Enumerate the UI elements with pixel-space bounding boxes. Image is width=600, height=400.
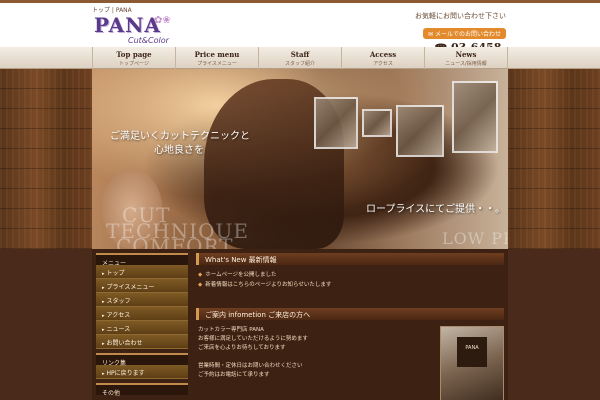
bullet-icon: ▸ bbox=[102, 299, 105, 305]
hero-tagline: ロープライスにてご提供・・。 bbox=[366, 204, 506, 215]
sidebar-other-title: その他 bbox=[96, 383, 188, 397]
hero-photo bbox=[362, 109, 392, 137]
mail-button-label: メールでのお問い合わせ bbox=[434, 31, 501, 38]
nav-label-en: Access bbox=[369, 50, 397, 59]
news-list: ◆ ホームページを公開しました ◆ 新着情報はこちらのページよりお知らせいたします bbox=[196, 265, 504, 292]
news-item[interactable]: ◆ 新着情報はこちらのページよりお知らせいたします bbox=[198, 280, 502, 290]
nav-label-en: Top page bbox=[116, 50, 152, 59]
bullet-icon: ▸ bbox=[102, 313, 105, 319]
hero-watermark: LOW PRICE bbox=[442, 229, 508, 248]
content-container: メニュー ▸ トップ ▸ プライスメニュー ▸ スタッフ ▸ アクセス ▸ ニュース ▸ お… bbox=[92, 249, 508, 400]
sidebar-item-label: HPに戻ります bbox=[106, 370, 145, 377]
bullet-icon: ▸ bbox=[102, 341, 105, 347]
main-column: What's New 最新情報 ◆ ホームページを公開しました ◆ 新着情報はこちら… bbox=[196, 253, 504, 400]
sidebar-item[interactable]: ▸ お問い合わせ bbox=[96, 335, 188, 349]
sidebar-item-label: トップ bbox=[106, 270, 125, 277]
sidebar-link-title: リンク集 bbox=[96, 353, 188, 367]
news-title: What's New 最新情報 bbox=[196, 253, 504, 265]
global-nav: Top page トップページ Price menu プライスメニュー Staf… bbox=[0, 47, 600, 69]
news-item-text: ホームページを公開しました bbox=[205, 272, 277, 278]
header-inner: トップ | PANA PANA ✿❀ Cut&Color お気軽にお問い合わせ下… bbox=[92, 3, 508, 67]
bullet-icon: ▸ bbox=[102, 371, 105, 377]
nav-label-en: Price menu bbox=[194, 50, 240, 59]
nav-item-staff[interactable]: Staff スタッフ紹介 bbox=[259, 47, 342, 69]
sidebar-link-item[interactable]: ▸ HPに戻ります bbox=[96, 365, 188, 379]
diamond-icon: ◆ bbox=[198, 282, 203, 288]
info-title: ご案内 infometion ご来店の方へ bbox=[196, 308, 504, 320]
nav-items: Top page トップページ Price menu プライスメニュー Staf… bbox=[92, 47, 508, 69]
nav-item-news[interactable]: News ニュース/採用情報 bbox=[425, 47, 508, 69]
sidebar-item-label: アクセス bbox=[106, 312, 131, 319]
content-area: メニュー ▸ トップ ▸ プライスメニュー ▸ スタッフ ▸ アクセス ▸ ニュース ▸ お… bbox=[0, 249, 600, 400]
bullet-icon: ▸ bbox=[102, 285, 105, 291]
info-section: ご案内 infometion ご来店の方へ カットカラー専門店 PANA お客様… bbox=[196, 308, 504, 400]
site-header: トップ | PANA PANA ✿❀ Cut&Color お気軽にお問い合わせ下… bbox=[0, 0, 600, 67]
nav-item-access[interactable]: Access アクセス bbox=[342, 47, 425, 69]
contact-area: お気軽にお問い合わせ下さい ✉ メールでのお問い合わせ ☎ 03-6458-84… bbox=[406, 11, 506, 67]
sidebar-item-label: スタッフ bbox=[106, 298, 131, 305]
nav-label-ja: アクセス bbox=[373, 61, 393, 67]
sidebar-item-label: ニュース bbox=[106, 326, 131, 333]
sidebar-item-label: お問い合わせ bbox=[106, 340, 143, 347]
hero-banner: ご満足いくカットテクニックと 心地良さを ロープライスにてご提供・・。 CUT … bbox=[92, 69, 508, 249]
news-item-text: 新着情報はこちらのページよりお知らせいたします bbox=[205, 282, 332, 288]
shop-sign: PANA bbox=[457, 337, 487, 367]
nav-label-ja: ニュース/採用情報 bbox=[445, 61, 487, 67]
mail-contact-button[interactable]: ✉ メールでのお問い合わせ bbox=[423, 28, 506, 39]
bullet-icon: ▸ bbox=[102, 271, 105, 277]
nav-label-ja: スタッフ紹介 bbox=[284, 61, 315, 67]
nav-label-ja: トップページ bbox=[119, 61, 149, 67]
nav-label-en: Staff bbox=[290, 50, 310, 59]
hero-photo bbox=[452, 81, 498, 153]
wood-panel-right bbox=[508, 69, 600, 249]
hero-photo bbox=[314, 97, 358, 149]
wood-panel-left bbox=[0, 69, 92, 249]
sidebar-item[interactable]: ▸ トップ bbox=[96, 265, 188, 279]
sidebar-item[interactable]: ▸ プライスメニュー bbox=[96, 279, 188, 293]
sidebar-item[interactable]: ▸ ニュース bbox=[96, 321, 188, 335]
logo-text: PANA bbox=[94, 13, 161, 37]
contact-caption: お気軽にお問い合わせ下さい bbox=[415, 12, 506, 20]
news-item[interactable]: ◆ ホームページを公開しました bbox=[198, 270, 502, 280]
nav-label-en: News bbox=[455, 50, 477, 59]
mail-icon: ✉ bbox=[428, 31, 435, 38]
info-body: カットカラー専門店 PANA お客様に満足していただけるように努めます ご来店を… bbox=[196, 320, 504, 400]
nav-item-price[interactable]: Price menu プライスメニュー bbox=[176, 47, 259, 69]
flower-icon: ✿❀ bbox=[154, 15, 171, 26]
hero-photo bbox=[396, 105, 444, 157]
sidebar-item[interactable]: ▸ スタッフ bbox=[96, 293, 188, 307]
site-logo[interactable]: PANA ✿❀ Cut&Color bbox=[94, 13, 184, 45]
diamond-icon: ◆ bbox=[198, 272, 203, 278]
sidebar-item-label: プライスメニュー bbox=[106, 284, 155, 291]
shop-photo: PANA bbox=[440, 326, 504, 400]
sidebar: メニュー ▸ トップ ▸ プライスメニュー ▸ スタッフ ▸ アクセス ▸ ニュース ▸ お… bbox=[96, 253, 188, 397]
nav-label-ja: プライスメニュー bbox=[197, 61, 237, 67]
hero-tagline: 心地良さを bbox=[154, 145, 204, 156]
sidebar-item[interactable]: ▸ アクセス bbox=[96, 307, 188, 321]
hero-watermark: COMFORT bbox=[116, 234, 234, 249]
sidebar-menu-title: メニュー bbox=[96, 253, 188, 267]
logo-subtitle: Cut&Color bbox=[128, 36, 169, 45]
nav-item-top[interactable]: Top page トップページ bbox=[92, 47, 176, 69]
sidebar-link-list: ▸ HPに戻ります bbox=[96, 365, 188, 379]
bullet-icon: ▸ bbox=[102, 327, 105, 333]
hero-tagline: ご満足いくカットテクニックと bbox=[110, 131, 250, 142]
sidebar-menu-list: ▸ トップ ▸ プライスメニュー ▸ スタッフ ▸ アクセス ▸ ニュース ▸ お問い合わせ bbox=[96, 265, 188, 349]
